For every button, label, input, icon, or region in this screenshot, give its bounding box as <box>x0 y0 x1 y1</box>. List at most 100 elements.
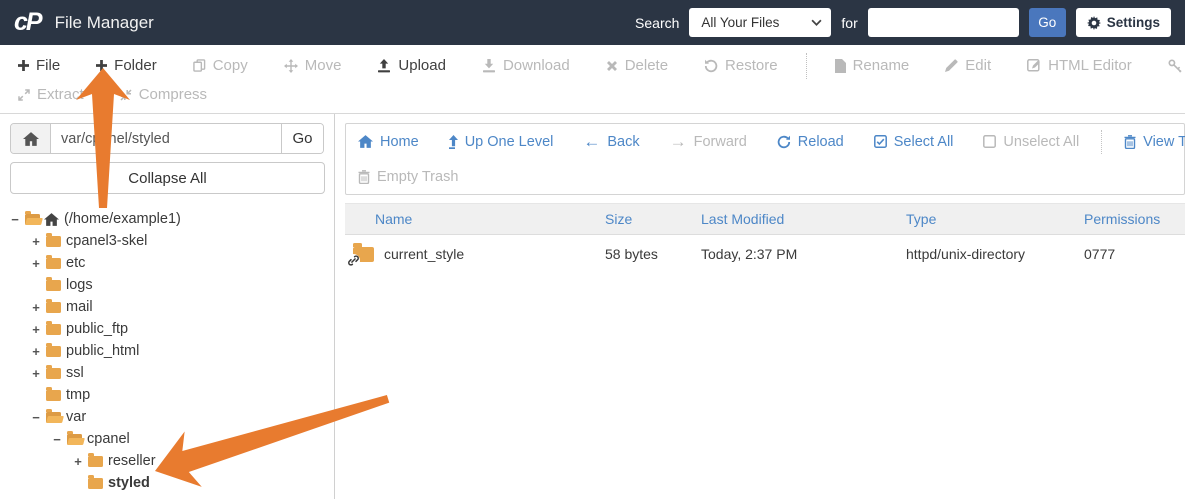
toolbar-row-1: File Folder Copy Move Upload Download De… <box>0 51 1185 80</box>
rename-button[interactable]: Rename <box>834 57 909 74</box>
cpanel-logo: cP <box>14 8 43 36</box>
home-icon <box>22 131 39 146</box>
tree-toggle[interactable]: + <box>29 322 43 337</box>
table-header-row: Name Size Last Modified Type Permissions <box>345 203 1185 235</box>
nav-unselect-all-button[interactable]: Unselect All <box>983 134 1079 150</box>
trash-icon <box>1124 134 1136 149</box>
plus-icon <box>96 60 108 71</box>
chevron-down-icon <box>811 19 822 26</box>
tree-item-label: reseller <box>108 453 156 469</box>
file-permissions: 0777 <box>1084 246 1116 262</box>
copy-icon <box>192 59 206 72</box>
up-one-level-icon <box>448 134 458 149</box>
move-icon <box>283 58 298 73</box>
search-scope-value: All Your Files <box>701 15 780 30</box>
upload-button[interactable]: Upload <box>377 57 446 74</box>
nav-back-button[interactable]: ← Back <box>583 133 639 150</box>
tree-item-reseller[interactable]: + reseller <box>0 450 334 472</box>
search-scope-select[interactable]: All Your Files <box>689 8 832 37</box>
tree-item-label: cpanel3-skel <box>66 233 148 249</box>
arrow-left-icon: ← <box>583 132 601 151</box>
reload-icon <box>777 135 790 148</box>
pencil-icon <box>945 59 958 72</box>
search-label: Search <box>635 14 680 31</box>
restore-button[interactable]: Restore <box>704 57 778 74</box>
tree-item-label: (/home/example1) <box>64 211 181 227</box>
tree-item-tmp[interactable]: tmp <box>0 384 334 406</box>
nav-row-2: Empty Trash <box>346 159 1184 194</box>
tree-toggle[interactable]: + <box>29 234 43 249</box>
path-go-button[interactable]: Go <box>281 124 323 153</box>
tree-toggle[interactable]: − <box>29 410 43 425</box>
file-type: httpd/unix-directory <box>906 246 1026 262</box>
trash-icon <box>358 169 370 184</box>
column-header-type[interactable]: Type <box>898 203 1076 235</box>
tree-item-label: var <box>66 409 87 425</box>
html-editor-button[interactable]: HTML Editor <box>1027 57 1132 74</box>
nav-empty-trash-button[interactable]: Empty Trash <box>358 169 458 185</box>
copy-button[interactable]: Copy <box>192 57 248 74</box>
folder-icon <box>46 276 61 291</box>
path-input[interactable] <box>51 124 281 153</box>
main-pane: Home Up One Level ← Back → Forward Reloa… <box>335 114 1185 499</box>
for-label: for <box>841 14 858 31</box>
extract-icon <box>18 88 30 101</box>
column-header-name[interactable]: Name <box>345 203 597 235</box>
tree-toggle[interactable]: − <box>8 212 22 227</box>
column-header-last-modified[interactable]: Last Modified <box>693 203 898 235</box>
edit-button[interactable]: Edit <box>945 57 991 74</box>
symlink-badge-icon <box>347 253 360 267</box>
tree-toggle[interactable]: + <box>71 454 85 469</box>
tree-item-var[interactable]: − var <box>0 406 334 428</box>
tree-toggle[interactable]: + <box>29 300 43 315</box>
top-header-bar: cP File Manager Search All Your Files fo… <box>0 0 1185 45</box>
tree-item-label: public_html <box>66 343 140 359</box>
toolbar-row-2: Extract Compress <box>0 80 1185 109</box>
extract-button[interactable]: Extract <box>18 86 84 103</box>
nav-select-all-button[interactable]: Select All <box>873 134 953 150</box>
tree-item-logs[interactable]: logs <box>0 274 334 296</box>
tree-item-public_ftp[interactable]: + public_ftp <box>0 318 334 340</box>
nav-home-button[interactable]: Home <box>358 134 419 150</box>
folder-icon <box>88 452 103 467</box>
home-icon <box>44 212 59 226</box>
column-header-size[interactable]: Size <box>597 203 693 235</box>
action-toolbar: File Folder Copy Move Upload Download De… <box>0 45 1185 114</box>
tree-item-public_html[interactable]: + public_html <box>0 340 334 362</box>
nav-reload-button[interactable]: Reload <box>777 134 844 150</box>
folder-icon <box>88 474 103 489</box>
settings-button[interactable]: Settings <box>1075 8 1171 37</box>
collapse-all-button[interactable]: Collapse All <box>10 162 325 194</box>
search-go-button[interactable]: Go <box>1028 8 1066 37</box>
search-input[interactable] <box>867 8 1019 37</box>
delete-button[interactable]: Delete <box>606 57 668 74</box>
tree-item-label: tmp <box>66 387 91 403</box>
permissions-button[interactable]: Permissions <box>1168 57 1185 74</box>
tree-item-styled[interactable]: styled <box>0 472 334 494</box>
tree-item-mail[interactable]: + mail <box>0 296 334 318</box>
toolbar-separator <box>805 52 807 79</box>
home-directory-button[interactable] <box>11 124 51 153</box>
column-header-permissions[interactable]: Permissions <box>1076 203 1185 235</box>
tree-toggle[interactable]: + <box>29 344 43 359</box>
table-row[interactable]: current_style 58 bytes Today, 2:37 PM ht… <box>345 235 1185 274</box>
tree-item-home[interactable]: − (/home/example1) <box>0 208 334 230</box>
nav-view-trash-button[interactable]: View Trash <box>1124 134 1185 150</box>
tree-item-ssl[interactable]: + ssl <box>0 362 334 384</box>
tree-toggle[interactable]: + <box>29 366 43 381</box>
download-button[interactable]: Download <box>482 57 570 74</box>
nav-forward-button[interactable]: → Forward <box>670 133 747 150</box>
file-size: 58 bytes <box>605 246 658 262</box>
move-button[interactable]: Move <box>283 57 341 74</box>
tree-item-cpanel[interactable]: − cpanel <box>0 428 334 450</box>
directory-tree: − (/home/example1) + cpanel3-skel + etc … <box>0 208 334 494</box>
tree-item-cpanel3-skel[interactable]: + cpanel3-skel <box>0 230 334 252</box>
compress-button[interactable]: Compress <box>120 86 207 103</box>
tree-toggle[interactable]: + <box>29 256 43 271</box>
tree-item-etc[interactable]: + etc <box>0 252 334 274</box>
tree-toggle[interactable]: − <box>50 432 64 447</box>
checkbox-empty-icon <box>983 135 997 148</box>
file-button[interactable]: File <box>18 57 60 74</box>
nav-up-one-level-button[interactable]: Up One Level <box>448 134 553 150</box>
folder-button[interactable]: Folder <box>96 57 157 74</box>
